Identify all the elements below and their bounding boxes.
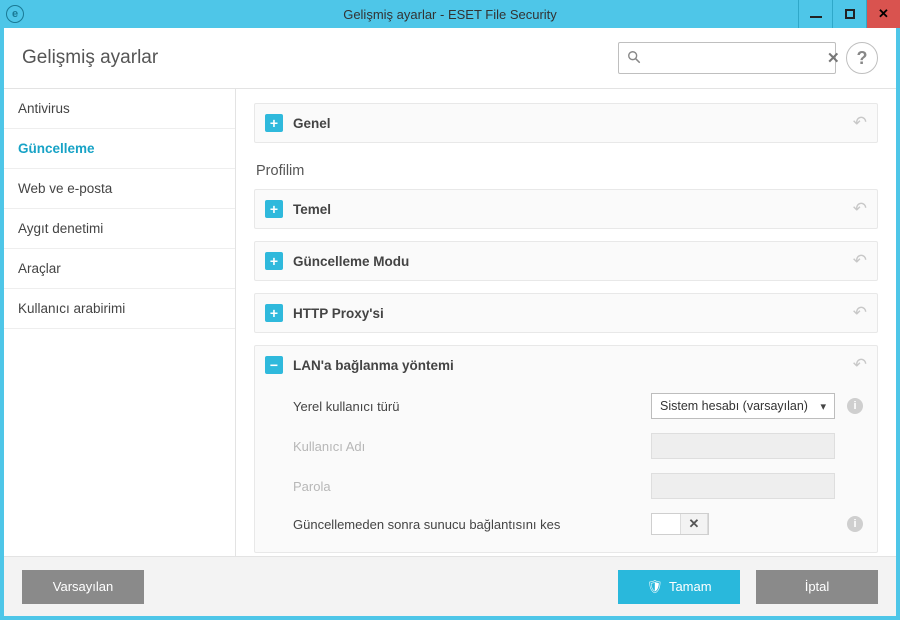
row-username: Kullanıcı Adı bbox=[265, 426, 867, 466]
main: Antivirus Güncelleme Web ve e-posta Aygı… bbox=[4, 88, 896, 556]
section-label: Genel bbox=[293, 116, 331, 131]
help-button[interactable]: ? bbox=[846, 42, 878, 74]
page-title: Gelişmiş ayarlar bbox=[22, 47, 158, 69]
button-label: Tamam bbox=[669, 579, 712, 594]
row-user-type: Yerel kullanıcı türü Sistem hesabı (vars… bbox=[265, 386, 867, 426]
section-lan: − LAN'a bağlanma yöntemi ↶ Yerel kullanı… bbox=[254, 345, 878, 553]
row-label: Parola bbox=[293, 479, 651, 494]
expand-icon: + bbox=[265, 252, 283, 270]
sidebar-item-label: Güncelleme bbox=[18, 141, 95, 156]
expand-icon: + bbox=[265, 200, 283, 218]
section-label: LAN'a bağlanma yöntemi bbox=[293, 358, 454, 373]
app-icon: e bbox=[6, 5, 24, 23]
title-bar: e Gelişmiş ayarlar - ESET File Security … bbox=[0, 0, 900, 28]
section-http-proxy-header[interactable]: + HTTP Proxy'si ↶ bbox=[255, 294, 877, 332]
disconnect-toggle[interactable]: ✕ bbox=[651, 513, 709, 535]
window-controls: ✕ bbox=[798, 0, 900, 28]
section-http-proxy: + HTTP Proxy'si ↶ bbox=[254, 293, 878, 333]
header: Gelişmiş ayarlar ✕ ? bbox=[4, 28, 896, 88]
info-icon[interactable]: i bbox=[847, 398, 863, 414]
row-label: Güncellemeden sonra sunucu bağlantısını … bbox=[293, 517, 651, 532]
section-general: + Genel ↶ bbox=[254, 103, 878, 143]
toggle-knob: ✕ bbox=[680, 514, 708, 534]
row-password: Parola bbox=[265, 466, 867, 506]
sidebar-item-label: Araçlar bbox=[18, 261, 61, 276]
section-label: HTTP Proxy'si bbox=[293, 306, 384, 321]
username-field bbox=[651, 433, 835, 459]
expand-icon: + bbox=[265, 114, 283, 132]
revert-icon[interactable]: ↶ bbox=[853, 251, 867, 271]
revert-icon[interactable]: ↶ bbox=[853, 355, 867, 375]
close-button[interactable]: ✕ bbox=[866, 0, 900, 28]
footer: Varsayılan 🛡 Tamam İptal bbox=[4, 556, 896, 616]
window-body: Gelişmiş ayarlar ✕ ? Antivirus Güncellem… bbox=[0, 28, 900, 620]
user-type-select[interactable]: Sistem hesabı (varsayılan) ▾ bbox=[651, 393, 835, 419]
button-label: İptal bbox=[805, 579, 830, 594]
shield-icon: 🛡 bbox=[646, 579, 663, 595]
sidebar-item-update[interactable]: Güncelleme bbox=[4, 129, 235, 169]
sidebar-item-label: Antivirus bbox=[18, 101, 70, 116]
chevron-down-icon: ▾ bbox=[820, 400, 826, 413]
sidebar-item-label: Web ve e-posta bbox=[18, 181, 112, 196]
row-label: Kullanıcı Adı bbox=[293, 439, 651, 454]
section-general-header[interactable]: + Genel ↶ bbox=[255, 104, 877, 142]
row-label: Yerel kullanıcı türü bbox=[293, 399, 651, 414]
cancel-button[interactable]: İptal bbox=[756, 570, 878, 604]
sidebar-item-antivirus[interactable]: Antivirus bbox=[4, 89, 235, 129]
section-basic-header[interactable]: + Temel ↶ bbox=[255, 190, 877, 228]
sidebar-item-tools[interactable]: Araçlar bbox=[4, 249, 235, 289]
info-icon[interactable]: i bbox=[847, 516, 863, 532]
row-disconnect: Güncellemeden sonra sunucu bağlantısını … bbox=[265, 506, 867, 542]
sidebar-item-ui[interactable]: Kullanıcı arabirimi bbox=[4, 289, 235, 329]
minimize-button[interactable] bbox=[798, 0, 832, 28]
sidebar-item-device-control[interactable]: Aygıt denetimi bbox=[4, 209, 235, 249]
sidebar: Antivirus Güncelleme Web ve e-posta Aygı… bbox=[4, 89, 236, 556]
section-lan-header[interactable]: − LAN'a bağlanma yöntemi ↶ bbox=[255, 346, 877, 384]
search-clear-icon[interactable]: ✕ bbox=[827, 49, 840, 67]
defaults-button[interactable]: Varsayılan bbox=[22, 570, 144, 604]
section-update-mode: + Güncelleme Modu ↶ bbox=[254, 241, 878, 281]
expand-icon: + bbox=[265, 304, 283, 322]
button-label: Varsayılan bbox=[53, 579, 113, 594]
revert-icon[interactable]: ↶ bbox=[853, 113, 867, 133]
password-field bbox=[651, 473, 835, 499]
profile-heading: Profilim bbox=[254, 155, 878, 189]
maximize-button[interactable] bbox=[832, 0, 866, 28]
search-icon bbox=[627, 50, 641, 67]
search-input[interactable] bbox=[647, 50, 827, 67]
section-label: Güncelleme Modu bbox=[293, 254, 409, 269]
content: + Genel ↶ Profilim + Temel ↶ + Güncellem… bbox=[236, 89, 896, 556]
select-value: Sistem hesabı (varsayılan) bbox=[660, 399, 808, 413]
revert-icon[interactable]: ↶ bbox=[853, 303, 867, 323]
sidebar-item-web-email[interactable]: Web ve e-posta bbox=[4, 169, 235, 209]
section-basic: + Temel ↶ bbox=[254, 189, 878, 229]
revert-icon[interactable]: ↶ bbox=[853, 199, 867, 219]
window-title: Gelişmiş ayarlar - ESET File Security bbox=[0, 7, 900, 22]
ok-button[interactable]: 🛡 Tamam bbox=[618, 570, 740, 604]
sidebar-item-label: Aygıt denetimi bbox=[18, 221, 103, 236]
section-lan-body: Yerel kullanıcı türü Sistem hesabı (vars… bbox=[255, 384, 877, 552]
section-label: Temel bbox=[293, 202, 331, 217]
sidebar-item-label: Kullanıcı arabirimi bbox=[18, 301, 125, 316]
search-box[interactable]: ✕ bbox=[618, 42, 836, 74]
collapse-icon: − bbox=[265, 356, 283, 374]
section-update-mode-header[interactable]: + Güncelleme Modu ↶ bbox=[255, 242, 877, 280]
